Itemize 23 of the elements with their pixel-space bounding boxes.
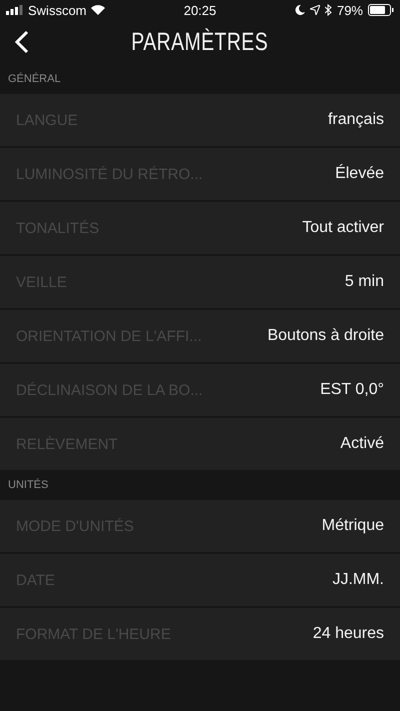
setting-value: Tout activer (302, 219, 384, 237)
setting-value: français (328, 111, 384, 129)
setting-value: Boutons à droite (267, 327, 384, 345)
setting-value: EST 0,0° (320, 381, 384, 399)
section-header: GÉNÉRAL (8, 73, 61, 85)
clock-time: 20:25 (184, 2, 216, 18)
wifi-icon (90, 5, 105, 15)
section-header: UNITÉS (8, 479, 48, 491)
page-title: PARAMÈTRES (132, 28, 268, 56)
setting-value: 5 min (344, 273, 384, 291)
battery-icon (368, 4, 394, 16)
bluetooth-icon (324, 4, 332, 16)
carrier-name: Swisscom (28, 2, 87, 18)
moon-icon (294, 5, 305, 15)
signal-icon (6, 5, 24, 15)
setting-value: Métrique (322, 517, 384, 535)
chevron-left-icon (15, 30, 29, 54)
battery-percent: 79% (336, 2, 363, 18)
location-icon (310, 5, 320, 15)
setting-value: 24 heures (312, 625, 384, 643)
setting-value: JJ.MM. (332, 571, 384, 589)
setting-value: Activé (340, 435, 384, 453)
setting-value: Élevée (335, 165, 384, 183)
